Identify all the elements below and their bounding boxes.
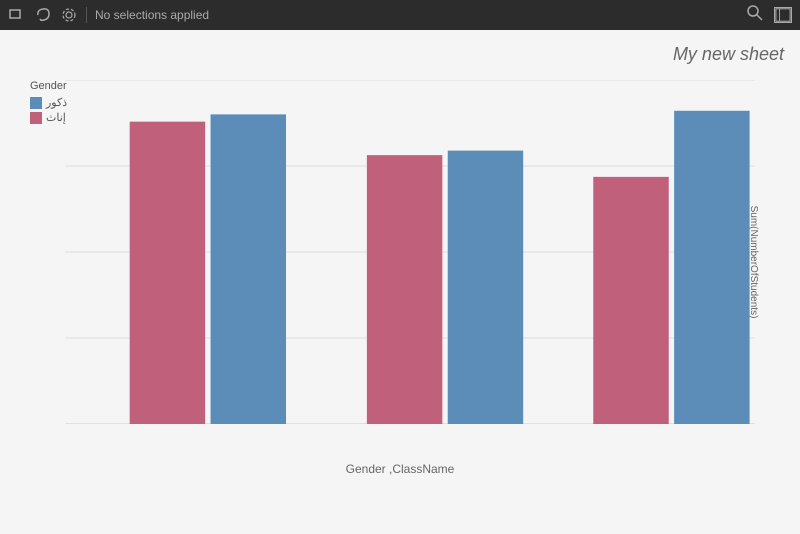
bar-group3-male[interactable] <box>674 111 749 424</box>
chart-legend: Gender ذكور إناث <box>30 80 67 126</box>
legend-color-female <box>30 112 42 124</box>
y-axis-label: Sum(NumberOfStudents) <box>748 205 759 318</box>
bar-group2-female[interactable] <box>367 155 442 424</box>
toolbar-status: No selections applied <box>95 8 738 22</box>
sheet-title: My new sheet <box>673 44 784 65</box>
legend-color-male <box>30 97 42 109</box>
bar-group1-male[interactable] <box>211 114 286 424</box>
legend-item-female: إناث <box>30 111 67 124</box>
toolbar: No selections applied <box>0 0 800 30</box>
legend-item-male: ذكور <box>30 96 67 109</box>
main-content: My new sheet Gender ذكور إناث 0 10M <box>0 30 800 534</box>
bar-chart-svg: 0 10M 20M 30M الصف الثالث الابتدائي الصف… <box>65 80 755 424</box>
settings-icon[interactable] <box>60 6 78 24</box>
search-icon[interactable] <box>746 4 764 27</box>
legend-label-male: ذكور <box>46 96 67 109</box>
bar-group3-female[interactable] <box>593 177 668 424</box>
expand-icon[interactable] <box>774 7 792 23</box>
legend-label-female: إناث <box>46 111 66 124</box>
toolbar-right <box>746 4 792 27</box>
toolbar-divider <box>86 7 87 23</box>
lasso-icon[interactable] <box>34 6 52 24</box>
x-axis-label: Gender ,ClassName <box>346 462 455 476</box>
chart-container: Gender ذكور إناث 0 10M 20M 30M <box>10 80 790 484</box>
rectangle-icon[interactable] <box>8 6 26 24</box>
bar-group1-female[interactable] <box>130 122 205 424</box>
bar-group2-male[interactable] <box>448 151 523 424</box>
legend-title: Gender <box>30 80 67 92</box>
